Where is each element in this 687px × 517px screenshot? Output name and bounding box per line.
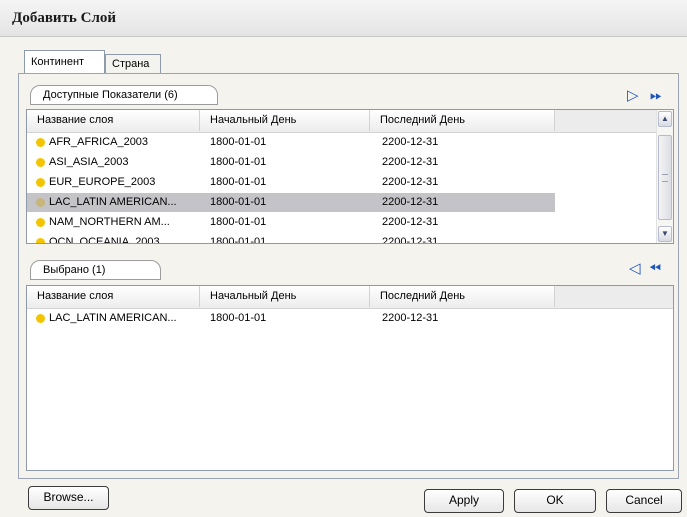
start-day-cell: 1800-01-01 <box>210 312 267 324</box>
layer-bullet-icon <box>36 198 45 207</box>
start-day-cell: 1800-01-01 <box>210 136 267 148</box>
available-layers-list[interactable]: Название слоя Начальный День Последний Д… <box>26 109 674 244</box>
column-header-end-day[interactable]: Последний День <box>370 110 555 131</box>
layer-bullet-icon <box>36 178 45 187</box>
tab-country[interactable]: Страна <box>105 54 161 73</box>
available-indicators-label: Доступные Показатели (6) <box>30 85 218 105</box>
start-day-cell: 1800-01-01 <box>210 156 267 168</box>
tab-continent[interactable]: Континент <box>24 50 105 73</box>
selected-layers-list[interactable]: Название слоя Начальный День Последний Д… <box>26 285 674 471</box>
grip-icon <box>662 174 668 182</box>
layer-name-cell: OCN_OCEANIA_2003 <box>49 236 160 244</box>
apply-button[interactable]: Apply <box>424 489 504 513</box>
end-day-cell: 2200-12-31 <box>382 216 439 228</box>
tab-panel: Доступные Показатели (6) ▷ ⏩︎ Название с… <box>18 73 679 479</box>
start-day-cell: 1800-01-01 <box>210 236 267 244</box>
vertical-scrollbar[interactable]: ▲ ▼ <box>656 110 673 243</box>
browse-button[interactable]: Browse... <box>28 486 109 510</box>
column-header-name[interactable]: Название слоя <box>27 286 200 307</box>
title-bar[interactable]: Добавить Слой <box>0 0 687 37</box>
layer-name-cell: LAC_LATIN AMERICAN... <box>49 312 177 324</box>
start-day-cell: 1800-01-01 <box>210 196 267 208</box>
list-header: Название слоя Начальный День Последний Д… <box>27 286 673 309</box>
play-left-icon[interactable]: ◁ <box>629 260 641 276</box>
column-header-filler <box>555 286 673 307</box>
layer-name-cell: NAM_NORTHERN AM... <box>49 216 170 228</box>
play-right-icon[interactable]: ▷ <box>627 87 639 103</box>
selected-label: Выбрано (1) <box>30 260 161 280</box>
layer-bullet-icon <box>36 218 45 227</box>
layer-name-cell: ASI_ASIA_2003 <box>49 156 129 168</box>
scroll-down-icon[interactable]: ▼ <box>658 226 672 242</box>
dialog-title: Добавить Слой <box>12 10 117 26</box>
table-row[interactable]: LAC_LATIN AMERICAN... 1800-01-01 2200-12-3… <box>27 193 555 212</box>
layer-bullet-icon <box>36 314 45 323</box>
column-header-start-day[interactable]: Начальный День <box>200 286 370 307</box>
end-day-cell: 2200-12-31 <box>382 236 439 244</box>
column-header-start-day[interactable]: Начальный День <box>200 110 370 131</box>
start-day-cell: 1800-01-01 <box>210 216 267 228</box>
table-row[interactable]: LAC_LATIN AMERICAN... 1800-01-01 2200-12-3… <box>27 309 555 328</box>
cancel-button[interactable]: Cancel <box>606 489 682 513</box>
layer-name-cell: EUR_EUROPE_2003 <box>49 176 156 188</box>
table-row[interactable]: AFR_AFRICA_2003 1800-01-01 2200-12-31 <box>27 133 555 152</box>
double-left-icon[interactable]: ⏪︎ <box>649 260 661 276</box>
table-row[interactable]: NAM_NORTHERN AM... 1800-01-01 2200-12-31 <box>27 213 555 232</box>
layer-name-cell: LAC_LATIN AMERICAN... <box>49 196 177 208</box>
double-right-icon[interactable]: ⏩︎ <box>650 87 662 103</box>
end-day-cell: 2200-12-31 <box>382 196 439 208</box>
scroll-thumb[interactable] <box>658 135 672 220</box>
end-day-cell: 2200-12-31 <box>382 156 439 168</box>
column-header-name[interactable]: Название слоя <box>27 110 200 131</box>
column-header-end-day[interactable]: Последний День <box>370 286 555 307</box>
table-row[interactable]: ASI_ASIA_2003 1800-01-01 2200-12-31 <box>27 153 555 172</box>
add-layer-dialog: Добавить Слой Континент Страна Доступные… <box>0 0 687 517</box>
ok-button[interactable]: OK <box>514 489 596 513</box>
list-header: Название слоя Начальный День Последний Д… <box>27 110 673 133</box>
layer-bullet-icon <box>36 158 45 167</box>
table-row[interactable]: OCN_OCEANIA_2003 1800-01-01 2200-12-31 <box>27 233 555 244</box>
end-day-cell: 2200-12-31 <box>382 136 439 148</box>
end-day-cell: 2200-12-31 <box>382 176 439 188</box>
start-day-cell: 1800-01-01 <box>210 176 267 188</box>
layer-bullet-icon <box>36 138 45 147</box>
layer-name-cell: AFR_AFRICA_2003 <box>49 136 149 148</box>
scroll-up-icon[interactable]: ▲ <box>658 111 672 127</box>
layer-bullet-icon <box>36 238 45 243</box>
table-row[interactable]: EUR_EUROPE_2003 1800-01-01 2200-12-31 <box>27 173 555 192</box>
end-day-cell: 2200-12-31 <box>382 312 439 324</box>
